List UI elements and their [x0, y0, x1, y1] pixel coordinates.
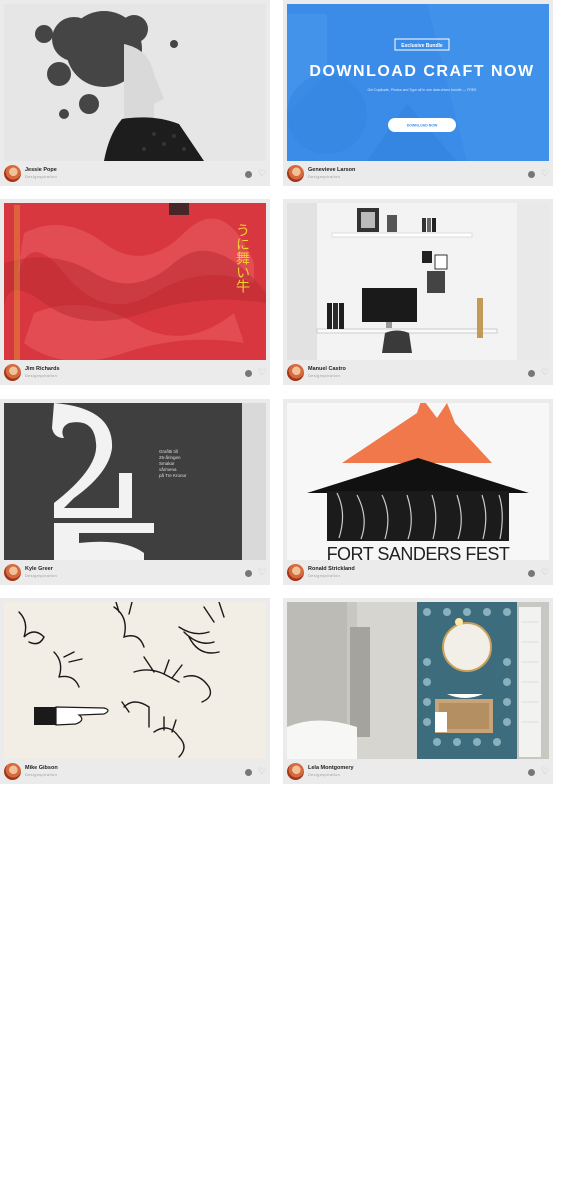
author-avatar[interactable]: [287, 763, 304, 780]
author-name[interactable]: Lela Montgomery: [308, 765, 354, 771]
dot-icon: [245, 769, 252, 776]
heart-outline-icon[interactable]: ♡: [540, 366, 550, 378]
shot-card[interactable]: Mike Gibson Designspiration ♡: [0, 598, 270, 784]
shot-thumbnail[interactable]: [4, 602, 266, 759]
source-label: Designspiration: [308, 374, 341, 378]
shot-card[interactable]: Grafitti till 25-åringen Smakar vårmena …: [0, 399, 270, 585]
dot-icon: [245, 570, 252, 577]
heart-outline-icon[interactable]: ♡: [257, 366, 267, 378]
author-name[interactable]: Kyle Greer: [25, 566, 53, 572]
author-avatar[interactable]: [4, 564, 21, 581]
shot-meta: Manuel Castro Designspiration ♡: [287, 364, 549, 382]
author-avatar[interactable]: [4, 165, 21, 182]
shot-thumbnail[interactable]: [287, 203, 549, 360]
heart-outline-icon[interactable]: ♡: [540, 765, 550, 777]
red-poster-image: うに舞い牛: [4, 203, 266, 360]
shot-meta: Jessie Pope Designspiration ♡: [4, 165, 266, 183]
shot-meta: Kyle Greer Designspiration ♡: [4, 564, 266, 582]
heart-outline-icon[interactable]: ♡: [257, 765, 267, 777]
poster-line: Grafitti till: [159, 449, 178, 454]
banner-headline: DOWNLOAD CRAFT NOW: [309, 63, 534, 80]
dot-icon: [528, 171, 535, 178]
hands-sketch-image: [4, 602, 266, 759]
shot-card[interactable]: Jessie Pope Designspiration ♡: [0, 0, 270, 186]
source-label: Designspiration: [308, 773, 341, 777]
craft-banner-image: Exclusive Bundle DOWNLOAD CRAFT NOW Get …: [287, 4, 549, 161]
fort-sanders-image: FORT SANDERS FEST: [287, 403, 549, 560]
author-name[interactable]: Jim Richards: [25, 366, 60, 372]
shot-card[interactable]: Lela Montgomery Designspiration ♡: [283, 598, 553, 784]
shot-meta: Ronald Strickland Designspiration ♡: [287, 564, 549, 582]
shot-thumbnail[interactable]: FORT SANDERS FEST: [287, 403, 549, 560]
poster-line: Smakar: [159, 461, 175, 466]
banner-button: DOWNLOAD NOW: [407, 124, 438, 128]
shot-meta: Jim Richards Designspiration ♡: [4, 364, 266, 382]
source-label: Designspiration: [308, 574, 341, 578]
poster-line: vårmena: [159, 466, 177, 472]
author-avatar[interactable]: [4, 364, 21, 381]
shot-meta: Lela Montgomery Designspiration ♡: [287, 763, 549, 781]
shot-thumbnail[interactable]: Exclusive Bundle DOWNLOAD CRAFT NOW Get …: [287, 4, 549, 161]
dot-icon: [245, 370, 252, 377]
author-avatar[interactable]: [287, 364, 304, 381]
heart-outline-icon[interactable]: ♡: [540, 566, 550, 578]
dot-icon: [528, 570, 535, 577]
shot-card[interactable]: Exclusive Bundle DOWNLOAD CRAFT NOW Get …: [283, 0, 553, 186]
author-name[interactable]: Mike Gibson: [25, 765, 58, 771]
shot-thumbnail[interactable]: Grafitti till 25-åringen Smakar vårmena …: [4, 403, 266, 560]
source-label: Designspiration: [25, 175, 58, 179]
number-25-image: Grafitti till 25-åringen Smakar vårmena …: [4, 403, 266, 560]
dot-icon: [528, 370, 535, 377]
source-label: Designspiration: [25, 773, 58, 777]
poster-title: FORT SANDERS FEST: [327, 544, 510, 560]
author-name[interactable]: Manuel Castro: [308, 366, 346, 372]
shot-card[interactable]: うに舞い牛 Jim Richards Designspiration ♡: [0, 199, 270, 385]
author-avatar[interactable]: [287, 165, 304, 182]
shot-thumbnail[interactable]: [287, 602, 549, 759]
author-avatar[interactable]: [4, 763, 21, 780]
ink-portrait-image: [4, 4, 266, 161]
office-desk-image: [287, 203, 549, 360]
source-label: Designspiration: [25, 374, 58, 378]
shot-thumbnail[interactable]: うに舞い牛: [4, 203, 266, 360]
author-name[interactable]: Genevieve Larson: [308, 167, 355, 173]
author-name[interactable]: Ronald Strickland: [308, 566, 355, 572]
source-label: Designspiration: [25, 574, 58, 578]
dot-icon: [245, 171, 252, 178]
author-avatar[interactable]: [287, 564, 304, 581]
dot-icon: [528, 769, 535, 776]
source-label: Designspiration: [308, 175, 341, 179]
shot-meta: Genevieve Larson Designspiration ♡: [287, 165, 549, 183]
heart-outline-icon[interactable]: ♡: [540, 167, 550, 179]
shot-card[interactable]: FORT SANDERS FEST Ronald Strickland Desi…: [283, 399, 553, 585]
shot-thumbnail[interactable]: [4, 4, 266, 161]
bathroom-image: [287, 602, 549, 759]
heart-outline-icon[interactable]: ♡: [257, 566, 267, 578]
poster-line: 25-åringen: [159, 454, 181, 460]
poster-line: på Tre Kronor: [159, 472, 187, 478]
author-name[interactable]: Jessie Pope: [25, 167, 57, 173]
banner-subtext: Get Duplicate, Photos and Type all in on…: [368, 88, 478, 92]
shot-meta: Mike Gibson Designspiration ♡: [4, 763, 266, 781]
heart-outline-icon[interactable]: ♡: [257, 167, 267, 179]
banner-badge: Exclusive Bundle: [401, 43, 443, 49]
shot-card[interactable]: Manuel Castro Designspiration ♡: [283, 199, 553, 385]
poster-glyphs: うに舞い牛: [234, 223, 250, 293]
